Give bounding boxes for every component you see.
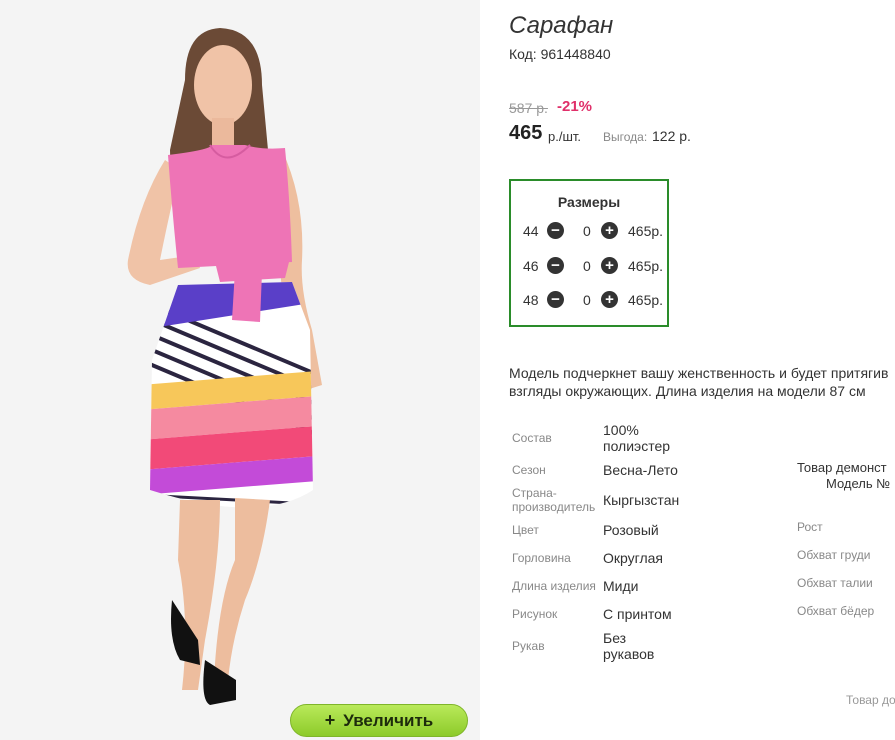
attribute-label: Горловина xyxy=(512,551,571,565)
attribute-label: Цвет xyxy=(512,523,539,537)
measurement-label: Обхват талии xyxy=(797,576,873,590)
quantity-value: 0 xyxy=(583,258,591,274)
product-description: Модель подчеркнет вашу женственность и б… xyxy=(509,364,895,400)
minus-icon[interactable]: − xyxy=(547,222,564,239)
product-code-label: Код: xyxy=(509,46,537,62)
attribute-label: Длина изделия xyxy=(512,579,596,593)
quantity-value: 0 xyxy=(583,292,591,308)
plus-icon[interactable]: + xyxy=(601,222,618,239)
size-value: 44 xyxy=(523,223,539,239)
benefit-label: Выгода: xyxy=(603,130,648,144)
attribute-label: Состав xyxy=(512,431,552,445)
minus-icon[interactable]: − xyxy=(547,257,564,274)
measurement-label: Обхват груди xyxy=(797,548,871,562)
product-code-value: 961448840 xyxy=(540,46,611,62)
description-line: взгляды окружающих. Длина изделия на мод… xyxy=(509,383,866,399)
product-title: Сарафан xyxy=(509,12,614,39)
model-footnote: Товар до xyxy=(846,693,895,707)
attribute-value: 100% полиэстер xyxy=(603,422,671,454)
model-number: Модель № xyxy=(826,476,891,491)
size-row: 44 − 0 + 465р. xyxy=(521,221,664,241)
product-photo-illustration xyxy=(127,28,322,705)
price-unit: р./шт. xyxy=(548,129,582,144)
attribute-value: Розовый xyxy=(603,522,659,538)
attribute-value: Округлая xyxy=(603,550,663,566)
attribute-value: Миди xyxy=(603,578,639,594)
model-info-heading: Товар демонст xyxy=(797,460,887,475)
attribute-value: Весна-Лето xyxy=(603,462,678,478)
plus-icon[interactable]: + xyxy=(601,291,618,308)
attribute-value: С принтом xyxy=(603,606,672,622)
size-row: 46 − 0 + 465р. xyxy=(521,256,664,276)
attribute-value: Кыргызстан xyxy=(603,492,680,508)
sizes-box: Размеры 44 − 0 + 465р. 46 − 0 + 465р. 48… xyxy=(509,179,669,327)
minus-icon[interactable]: − xyxy=(547,291,564,308)
sizes-title: Размеры xyxy=(557,194,621,210)
benefit-value: 122 р. xyxy=(652,128,691,144)
product-code: Код: 961448840 xyxy=(509,46,611,62)
description-line: Модель подчеркнет вашу женственность и б… xyxy=(509,365,889,381)
size-price: 465р. xyxy=(628,223,664,239)
size-value: 46 xyxy=(523,258,539,274)
discount-badge: -21% xyxy=(557,98,593,115)
plus-icon: + xyxy=(324,710,336,730)
product-photo[interactable]: + Увеличить xyxy=(0,0,480,740)
plus-icon[interactable]: + xyxy=(601,257,618,274)
attribute-value: Без рукавов xyxy=(603,630,655,662)
measurement-label: Рост xyxy=(797,520,823,534)
size-row: 48 − 0 + 465р. xyxy=(521,290,664,310)
size-price: 465р. xyxy=(628,292,664,308)
attribute-label: Рисунок xyxy=(512,607,558,621)
attribute-label: Страна-производитель xyxy=(512,486,596,514)
old-price: 587 р. xyxy=(509,100,548,116)
measurement-label: Обхват бёдер xyxy=(797,604,875,618)
zoom-label: Увеличить xyxy=(343,710,434,730)
current-price: 465 xyxy=(509,122,543,144)
size-value: 48 xyxy=(523,292,539,308)
attribute-label: Сезон xyxy=(512,463,546,477)
quantity-value: 0 xyxy=(583,223,591,239)
zoom-button[interactable]: + Увеличить xyxy=(290,704,468,737)
attribute-label: Рукав xyxy=(512,639,545,653)
size-price: 465р. xyxy=(628,258,664,274)
